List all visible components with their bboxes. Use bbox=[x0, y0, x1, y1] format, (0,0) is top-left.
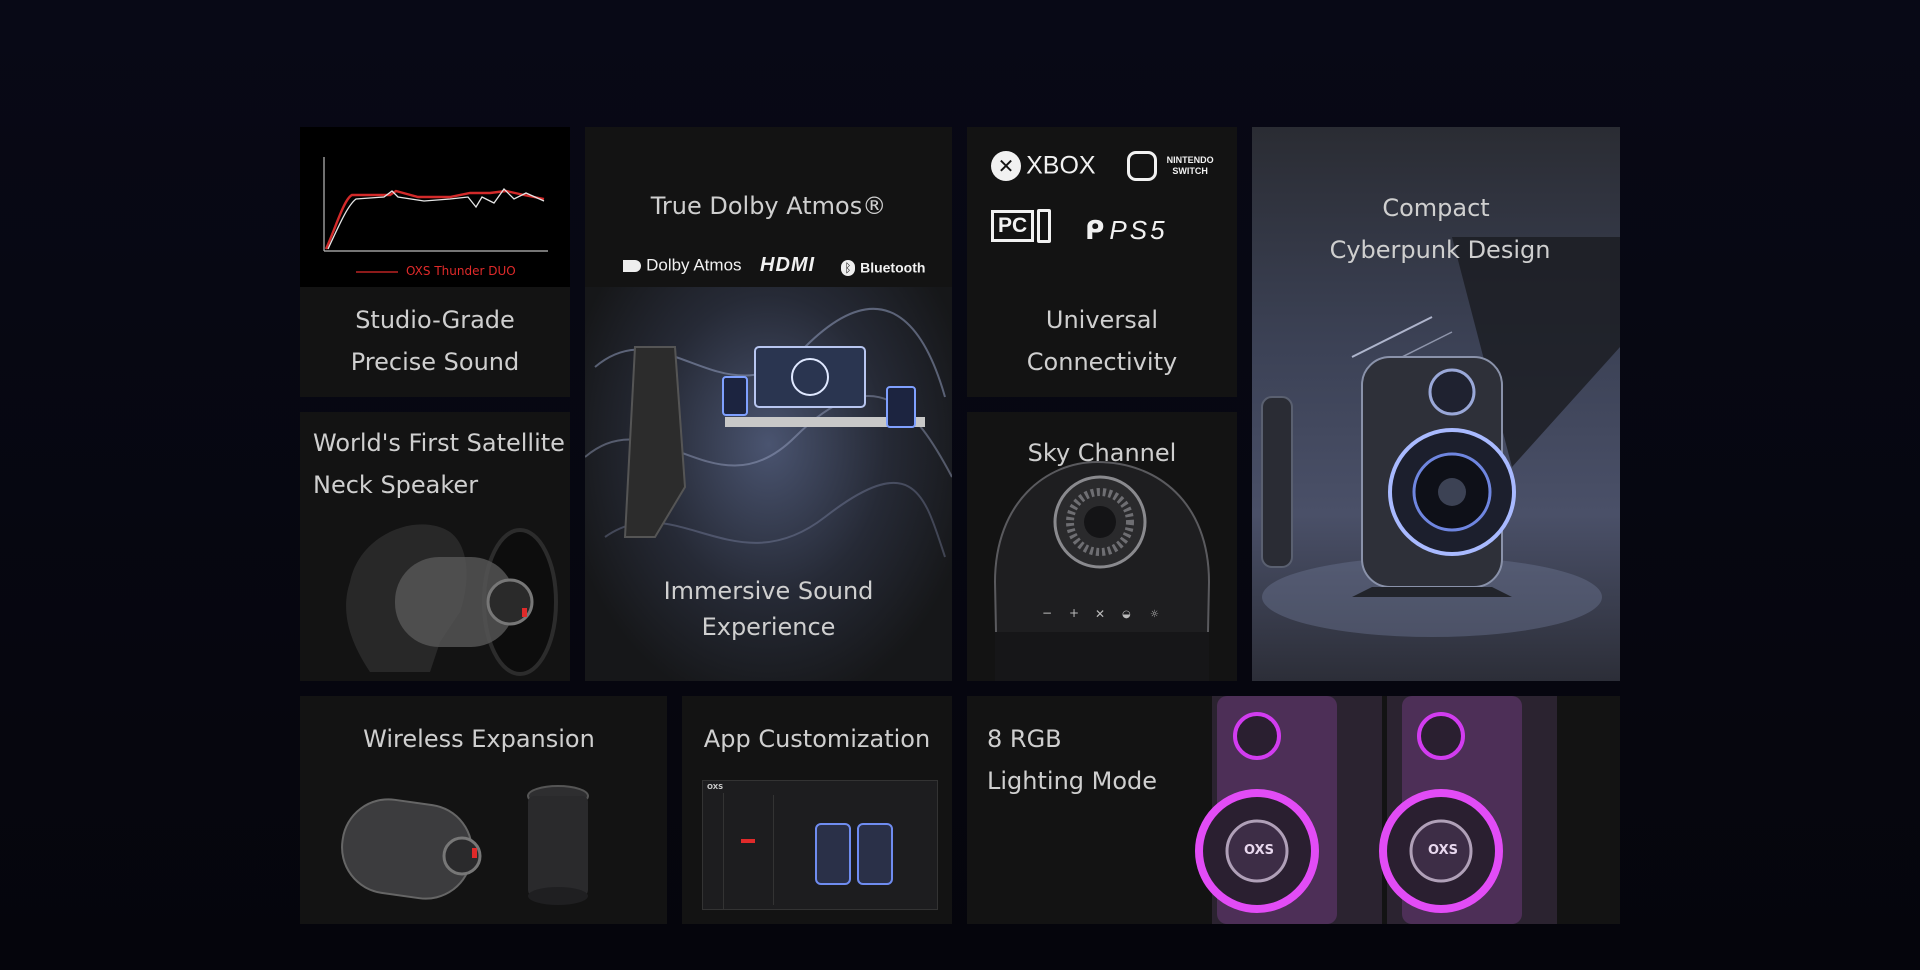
nintendo-switch-logo: NINTENDO SWITCH bbox=[1127, 151, 1218, 181]
bluetooth-icon: ᛒ bbox=[841, 259, 855, 276]
xbox-label: XBOX bbox=[1026, 151, 1096, 180]
sky-control-bt: ☼ bbox=[1150, 609, 1159, 620]
card-wireless-expansion: Wireless Expansion bbox=[300, 696, 667, 924]
sky-control-plus: + bbox=[1069, 606, 1079, 620]
app-settings-panel bbox=[725, 795, 774, 905]
dolby-atmos-logo: Dolby Atmos bbox=[623, 255, 742, 276]
compact-title-line1: Compact bbox=[1382, 194, 1490, 222]
rgb-speaker-brand-right: OXS bbox=[1428, 843, 1458, 858]
dolby-icon bbox=[623, 259, 641, 272]
neck-speaker-illustration bbox=[346, 524, 558, 676]
pc-logo: PC bbox=[991, 209, 1052, 243]
ps5-label: PS5 bbox=[1109, 215, 1168, 245]
pc-label: PC bbox=[991, 210, 1035, 242]
switch-icon bbox=[1127, 151, 1157, 181]
app-red-button bbox=[741, 839, 755, 843]
app-brand-label: OXS bbox=[707, 783, 724, 791]
frequency-response-chart: OXS Thunder DUO bbox=[300, 127, 570, 287]
connectivity-title-line1: Universal bbox=[1045, 306, 1159, 334]
connectivity-title-line2: Connectivity bbox=[1026, 348, 1178, 376]
card-universal-connectivity: ✕ XBOX NINTENDO SWITCH PC ᑭ PS5 Universa… bbox=[967, 127, 1237, 397]
studio-title-line2: Precise Sound bbox=[350, 348, 520, 376]
app-title: App Customization bbox=[703, 725, 931, 753]
sky-control-mode: ◒ bbox=[1122, 609, 1131, 620]
wireless-speakers-illustration bbox=[341, 785, 589, 905]
dolby-atmos-label: Dolby Atmos bbox=[646, 255, 742, 275]
app-speaker-preview-right bbox=[857, 823, 893, 885]
xbox-logo: ✕ XBOX bbox=[991, 151, 1096, 181]
chart-legend-label: OXS Thunder DUO bbox=[406, 264, 516, 278]
switch-label: NINTENDO SWITCH bbox=[1166, 155, 1214, 176]
card-app-customization: App Customization OXS bbox=[682, 696, 952, 924]
ps5-logo: ᑭ PS5 bbox=[1085, 215, 1168, 246]
card-rgb-lighting: 8 RGB Lighting Mode OXS OXS bbox=[967, 696, 1620, 924]
xbox-icon: ✕ bbox=[991, 151, 1021, 181]
card-dolby-atmos: True Dolby Atmos® Dolby Atmos HDMI ᛒ Blu… bbox=[585, 127, 952, 681]
app-screenshot: OXS bbox=[702, 780, 938, 910]
dolby-title: True Dolby Atmos® bbox=[650, 192, 887, 220]
sky-control-minus: − bbox=[1042, 606, 1052, 620]
playstation-icon: ᑭ bbox=[1085, 215, 1105, 246]
compact-title-line2: Cyberpunk Design bbox=[1329, 236, 1551, 264]
frequency-response-graphic bbox=[323, 157, 548, 273]
dolby-subtitle-line2: Experience bbox=[701, 613, 836, 641]
card-satellite-neck-speaker: World's First Satellite Neck Speaker bbox=[300, 412, 570, 681]
sky-channel-title: Sky Channel bbox=[1027, 439, 1177, 467]
card-studio-grade: OXS Thunder DUO Studio-Grade Precise Sou… bbox=[300, 127, 570, 397]
bluetooth-logo: ᛒ Bluetooth bbox=[841, 257, 925, 276]
rgb-speakers-illustration bbox=[1195, 696, 1557, 924]
card-sky-channel: Sky Channel − + ✕ ◒ ☼ bbox=[967, 412, 1237, 681]
rgb-speaker-brand-left: OXS bbox=[1244, 843, 1274, 858]
card-compact-design: Compact Cyberpunk Design bbox=[1252, 127, 1620, 681]
pc-tower-icon bbox=[1037, 209, 1052, 243]
bluetooth-label: Bluetooth bbox=[860, 259, 926, 276]
hdmi-logo: HDMI bbox=[760, 254, 816, 276]
app-sidebar bbox=[703, 793, 724, 909]
sky-control-play: ✕ bbox=[1095, 607, 1105, 621]
studio-title-line1: Studio-Grade bbox=[355, 306, 515, 334]
app-speaker-preview-left bbox=[815, 823, 851, 885]
